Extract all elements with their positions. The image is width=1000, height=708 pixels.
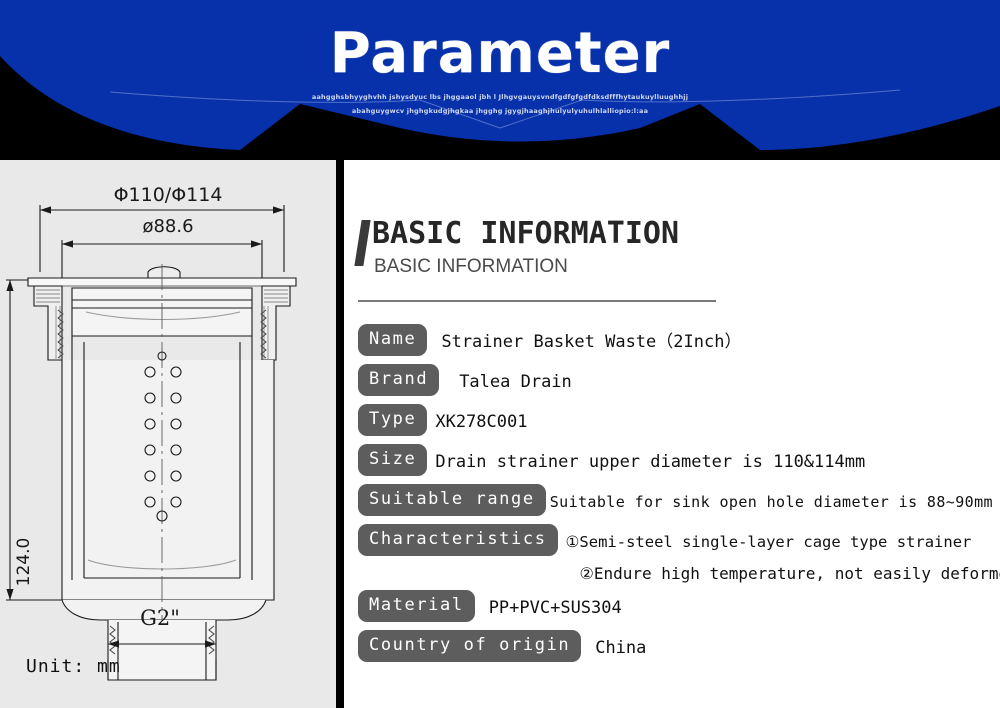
spec-label-brand: Brand [358, 364, 440, 396]
spec-row-suitable-range: Suitable range Suitable for sink open ho… [358, 484, 1000, 518]
spec-label-name: Name [358, 324, 428, 356]
dimension-outer-diameter-label: Φ110/Φ114 [113, 184, 223, 206]
spec-row-characteristics: Characteristics ①Semi-steel single-layer… [358, 524, 1000, 584]
header-subtitle-line2: abahguygwcv jhghgkudgjhgkaa jhgghg jgygj… [351, 107, 649, 115]
product-parameter-page: Parameter aahgghsbhyyghvhh jshysdyuc lbs… [0, 0, 1000, 708]
spec-value-suitable-range: Suitable for sink open hole diameter is … [549, 493, 993, 511]
drawing-canvas: Φ110/Φ114 ø88.6 124.0 G2" Unit: mm [0, 160, 336, 708]
spec-value-size: Drain strainer upper diameter is 110&114… [435, 452, 866, 472]
section-title: BASIC INFORMATION [372, 216, 680, 251]
spec-value-characteristics-2: ②Endure high temperature, not easily def… [579, 564, 1000, 583]
dimension-inner-diameter-label: ø88.6 [142, 216, 194, 237]
specification-list: Name Strainer Basket Waste（2Inch） Brand … [358, 324, 1000, 670]
spec-row-size: Size Drain strainer upper diameter is 11… [358, 444, 1000, 478]
spec-label-material: Material [358, 590, 475, 622]
spec-label-country-of-origin: Country of origin [358, 630, 582, 662]
spec-row-name: Name Strainer Basket Waste（2Inch） [358, 324, 1000, 358]
section-subtitle: BASIC INFORMATION [374, 256, 568, 277]
dimension-height-label: 124.0 [14, 537, 34, 587]
accent-bar-icon [354, 220, 371, 266]
page-title: Parameter [329, 21, 671, 86]
spec-value-name: Strainer Basket Waste（2Inch） [441, 332, 742, 352]
spec-row-material: Material PP+PVC+SUS304 [358, 590, 1000, 624]
section-header: BASIC INFORMATION BASIC INFORMATION [354, 216, 738, 288]
spec-row-brand: Brand Talea Drain [358, 364, 1000, 398]
spec-value-brand: Talea Drain [459, 372, 572, 392]
spec-value-country-of-origin: China [595, 638, 647, 658]
dimension-thread-label: G2" [140, 606, 180, 630]
technical-drawing-panel: Φ110/Φ114 ø88.6 124.0 G2" Unit: mm [0, 160, 340, 708]
specifications-panel: BASIC INFORMATION BASIC INFORMATION Name… [344, 160, 1000, 708]
spec-value-material: PP+PVC+SUS304 [488, 598, 622, 618]
page-body: Φ110/Φ114 ø88.6 124.0 G2" Unit: mm BASIC… [0, 160, 1000, 708]
spec-label-characteristics: Characteristics [358, 524, 558, 556]
unit-label: Unit: mm [26, 656, 121, 677]
spec-row-country-of-origin: Country of origin China [358, 630, 1000, 664]
spec-label-suitable-range: Suitable range [358, 484, 546, 516]
spec-value-characteristics-1: ①Semi-steel single-layer cage type strai… [565, 533, 972, 551]
page-header: Parameter aahgghsbhyyghvhh jshysdyuc lbs… [0, 0, 1000, 160]
spec-label-size: Size [358, 444, 428, 476]
spec-row-type: Type XK278C001 [358, 404, 1000, 438]
header-subtitle-line1: aahgghsbhyyghvhh jshysdyuc lbs jhggaaol … [311, 93, 689, 101]
spec-label-type: Type [358, 404, 428, 436]
section-divider [358, 300, 716, 302]
spec-value-type: XK278C001 [435, 412, 528, 432]
